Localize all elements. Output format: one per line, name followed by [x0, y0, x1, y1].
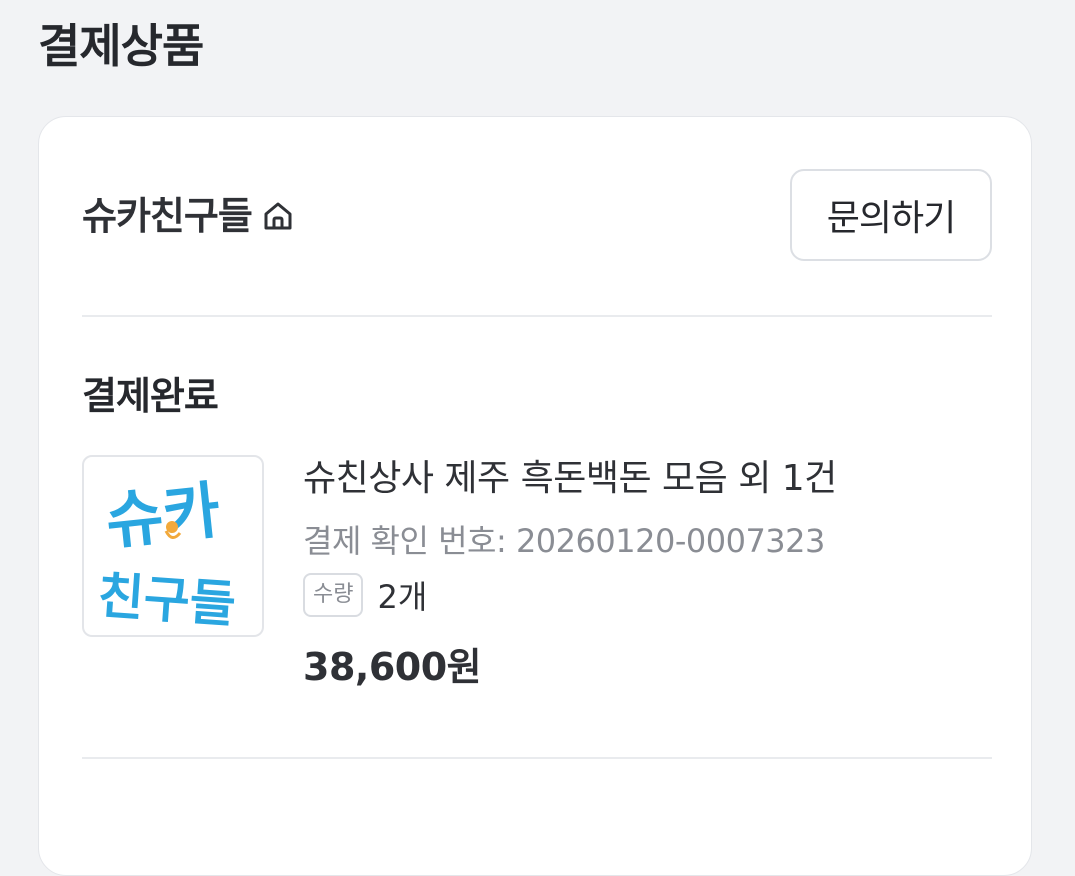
confirm-number: 20260120-0007323 — [515, 522, 825, 560]
product-name[interactable]: 슈친상사 제주 흑돈백돈 모음 외 1건 — [303, 451, 963, 507]
confirm-number-line: 결제 확인 번호: 20260120-0007323 — [303, 519, 963, 563]
home-icon — [260, 198, 296, 234]
order-status: 결제완료 — [82, 374, 219, 418]
order-card: 슈카친구들 문의하기 결제완료 슈카 친구들 슈친상사 제주 흑돈백돈 모음 외… — [38, 116, 1032, 876]
seller-name: 슈카친구들 — [82, 194, 253, 238]
quantity-value: 2개 — [377, 578, 428, 616]
quantity-badge: 수량 — [303, 573, 364, 617]
logo-text-bottom: 친구들 — [96, 566, 238, 633]
seller-link[interactable]: 슈카친구들 — [82, 189, 296, 243]
divider — [82, 315, 992, 317]
quantity-row: 수량 2개 — [303, 569, 963, 621]
seller-header: 슈카친구들 문의하기 — [82, 169, 992, 263]
inquiry-button[interactable]: 문의하기 — [790, 169, 992, 261]
divider-bottom — [82, 757, 992, 759]
logo-text-top: 슈카 — [102, 473, 223, 558]
product-info: 슈친상사 제주 흑돈백돈 모음 외 1건 결제 확인 번호: 20260120-… — [303, 451, 963, 693]
price: 38,600원 — [303, 645, 482, 689]
confirm-label: 결제 확인 번호: — [303, 522, 507, 560]
page-title: 결제상품 — [38, 19, 204, 73]
shuka-friends-logo: 슈카 친구들 — [96, 473, 238, 634]
product-thumbnail[interactable]: 슈카 친구들 — [82, 455, 264, 637]
